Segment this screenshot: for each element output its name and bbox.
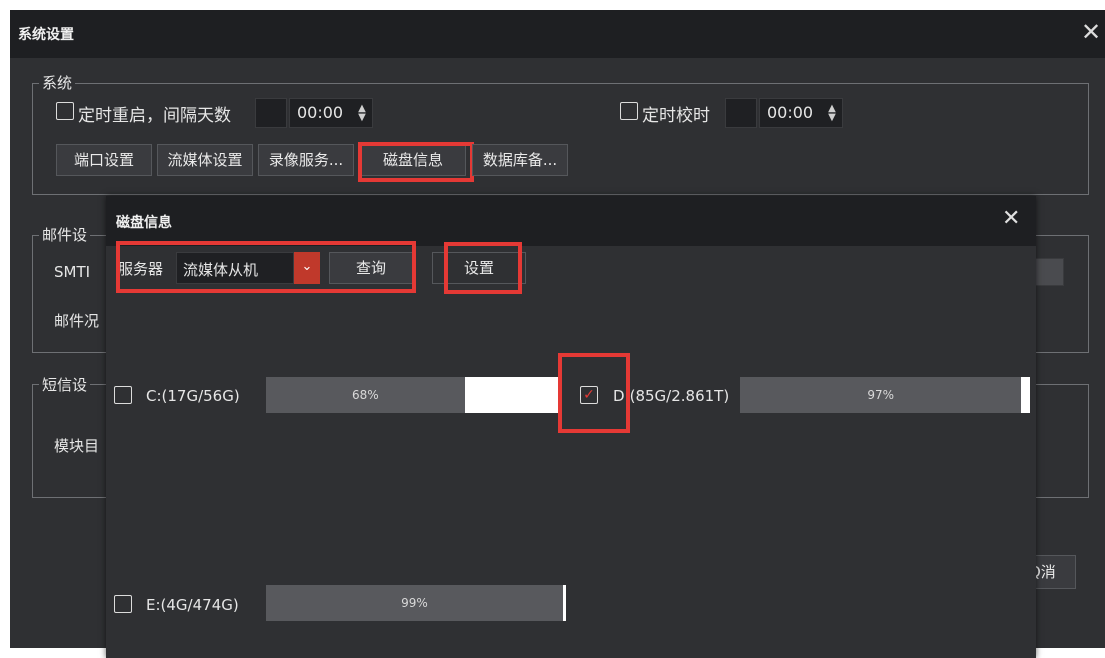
system-group-legend: 系统 xyxy=(39,72,76,93)
mail-group-legend: 邮件设 xyxy=(39,224,91,245)
timesync-time-input[interactable]: 00:00 ▲ ▼ xyxy=(759,98,843,128)
database-backup-button[interactable]: 数据库备... xyxy=(472,144,568,176)
dialog-titlebar: 磁盘信息 ✕ xyxy=(106,196,1036,246)
disk-e-usage-bar: 99% xyxy=(266,585,566,621)
smtp-label: SMTI xyxy=(54,263,91,281)
reboot-time-value: 00:00 xyxy=(297,103,344,122)
sms-group-legend: 短信设 xyxy=(39,374,91,395)
port-settings-button[interactable]: 端口设置 xyxy=(56,144,152,176)
timesync-days-input[interactable] xyxy=(725,98,757,128)
reboot-label: 定时重启，间隔天数 xyxy=(78,106,231,126)
disk-d-label: D:(85G/2.861T) xyxy=(613,387,730,405)
dialog-title: 磁盘信息 xyxy=(116,215,172,231)
reboot-days-input[interactable] xyxy=(255,98,287,128)
reboot-time-input[interactable]: 00:00 ▲ ▼ xyxy=(289,98,373,128)
time-spinner-icon[interactable]: ▲ ▼ xyxy=(826,104,838,123)
disk-e-usage-fill: 99% xyxy=(266,585,563,621)
disk-d-percent: 97% xyxy=(867,388,894,402)
reboot-checkbox[interactable] xyxy=(56,102,74,120)
disk-c-usage-bar: 68% xyxy=(266,377,558,413)
streaming-settings-button[interactable]: 流媒体设置 xyxy=(157,144,253,176)
highlight-box xyxy=(558,353,630,433)
disk-d-usage-bar: 97% xyxy=(740,377,1030,413)
disk-e-checkbox[interactable] xyxy=(114,595,132,613)
system-settings-window: 系统设置 ✕ 系统 定时重启，间隔天数 00:00 ▲ ▼ 定时校时 00:00 … xyxy=(10,10,1105,658)
recording-service-button[interactable]: 录像服务... xyxy=(258,144,354,176)
window-title: 系统设置 xyxy=(18,27,74,43)
highlight-box xyxy=(116,241,416,293)
disk-c-checkbox[interactable] xyxy=(114,386,132,404)
disk-c-percent: 68% xyxy=(351,388,379,402)
sender-label: 邮件况 xyxy=(54,312,100,330)
window-titlebar: 系统设置 ✕ xyxy=(10,10,1105,58)
close-icon[interactable]: ✕ xyxy=(1081,20,1101,44)
disk-c-label: C:(17G/56G) xyxy=(146,387,240,405)
timesync-time-value: 00:00 xyxy=(767,103,814,122)
disk-e-label: E:(4G/474G) xyxy=(146,596,239,614)
disk-e-percent: 99% xyxy=(401,596,428,610)
timesync-checkbox[interactable] xyxy=(620,102,638,120)
disk-c-usage-fill: 68% xyxy=(266,377,465,413)
time-spinner-icon[interactable]: ▲ ▼ xyxy=(356,104,368,123)
system-group xyxy=(32,83,1089,195)
disk-d-usage-fill: 97% xyxy=(740,377,1022,413)
highlight-box xyxy=(444,242,522,294)
disk-info-dialog: 磁盘信息 ✕ 服务器 流媒体从机 ⌄ 查询 设置 C:(17G/56G) 68%… xyxy=(106,196,1036,658)
module-label: 模块目 xyxy=(54,437,100,455)
highlight-box xyxy=(358,142,474,182)
close-icon[interactable]: ✕ xyxy=(1002,208,1020,230)
timesync-label: 定时校时 xyxy=(642,106,710,126)
